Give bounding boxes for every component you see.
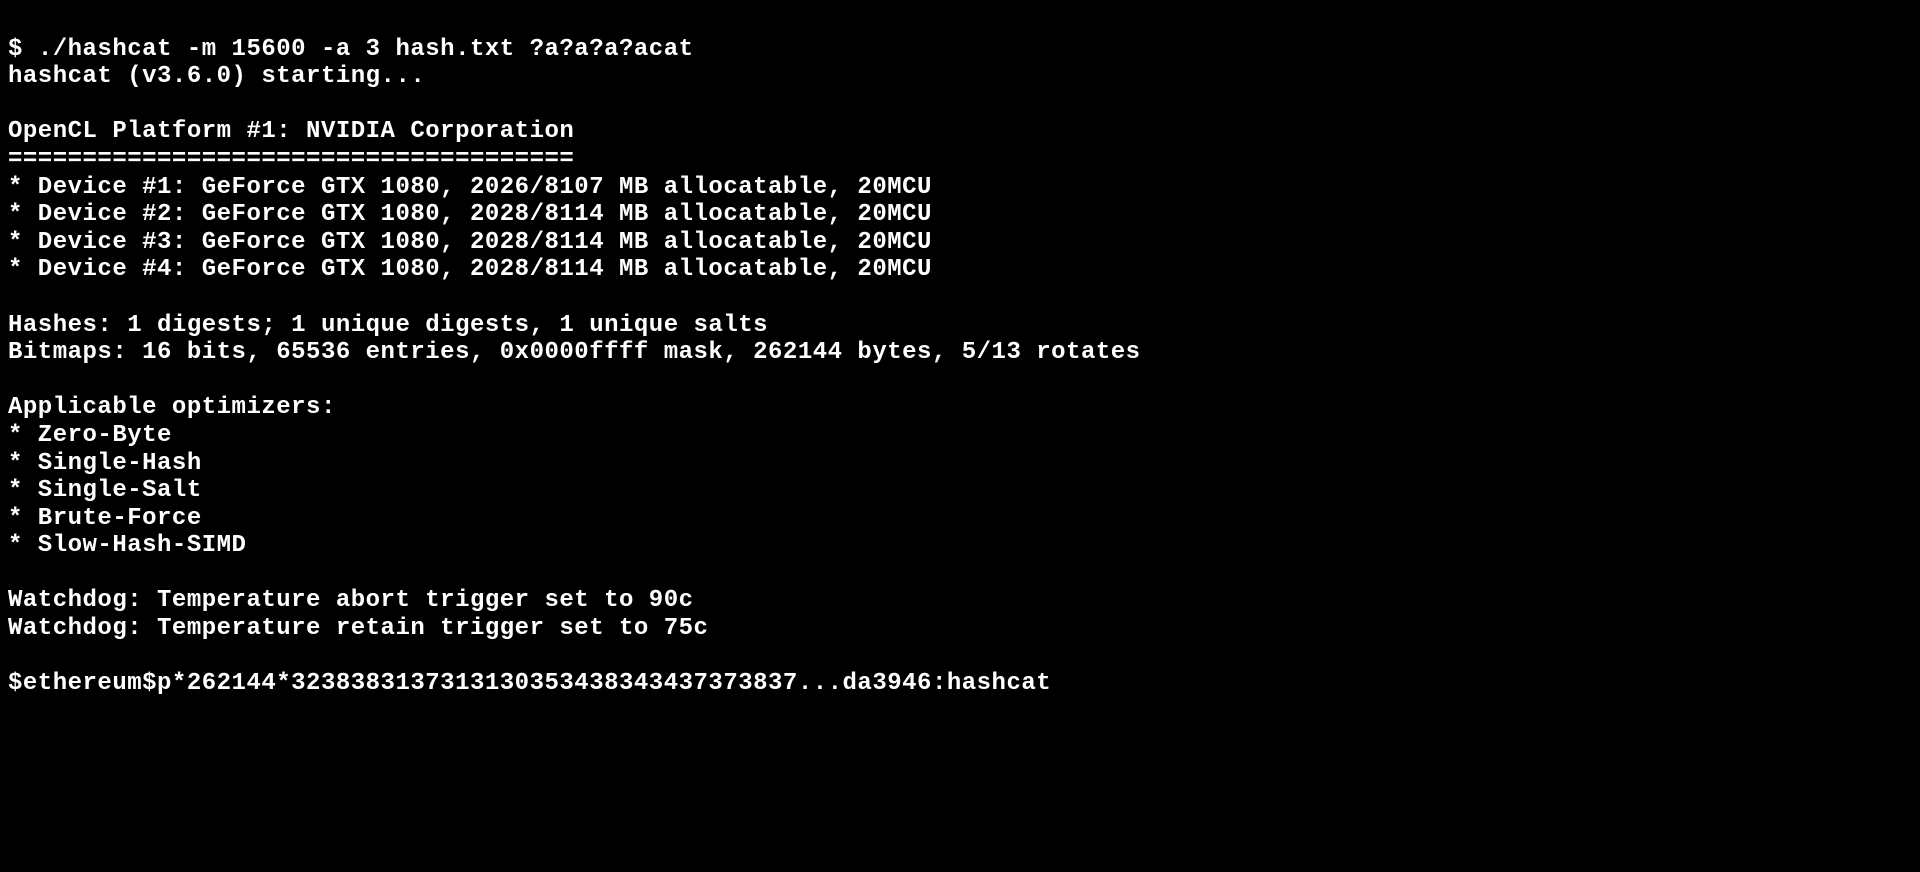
optimizer-1: * Zero-Byte [8,422,172,449]
platform-divider: ====================================== [8,146,574,173]
device-2: * Device #2: GeForce GTX 1080, 2028/8114… [8,201,932,228]
command-line: ./hashcat -m 15600 -a 3 hash.txt ?a?a?a?… [38,36,694,63]
result-line: $ethereum$p*262144*323838313731313035343… [8,670,1051,697]
starting-line: hashcat (v3.6.0) starting... [8,63,425,90]
platform-header: OpenCL Platform #1: NVIDIA Corporation [8,118,574,145]
watchdog-2: Watchdog: Temperature retain trigger set… [8,615,708,642]
optimizer-2: * Single-Hash [8,450,202,477]
device-1: * Device #1: GeForce GTX 1080, 2026/8107… [8,174,932,201]
device-4: * Device #4: GeForce GTX 1080, 2028/8114… [8,256,932,283]
optimizer-4: * Brute-Force [8,505,202,532]
hashes-line: Hashes: 1 digests; 1 unique digests, 1 u… [8,312,768,339]
bitmaps-line: Bitmaps: 16 bits, 65536 entries, 0x0000f… [8,339,1141,366]
watchdog-1: Watchdog: Temperature abort trigger set … [8,587,694,614]
optimizer-5: * Slow-Hash-SIMD [8,532,246,559]
prompt: $ [8,36,38,63]
optimizers-header: Applicable optimizers: [8,394,336,421]
device-3: * Device #3: GeForce GTX 1080, 2028/8114… [8,229,932,256]
terminal-output: $ ./hashcat -m 15600 -a 3 hash.txt ?a?a?… [8,8,1912,698]
optimizer-3: * Single-Salt [8,477,202,504]
